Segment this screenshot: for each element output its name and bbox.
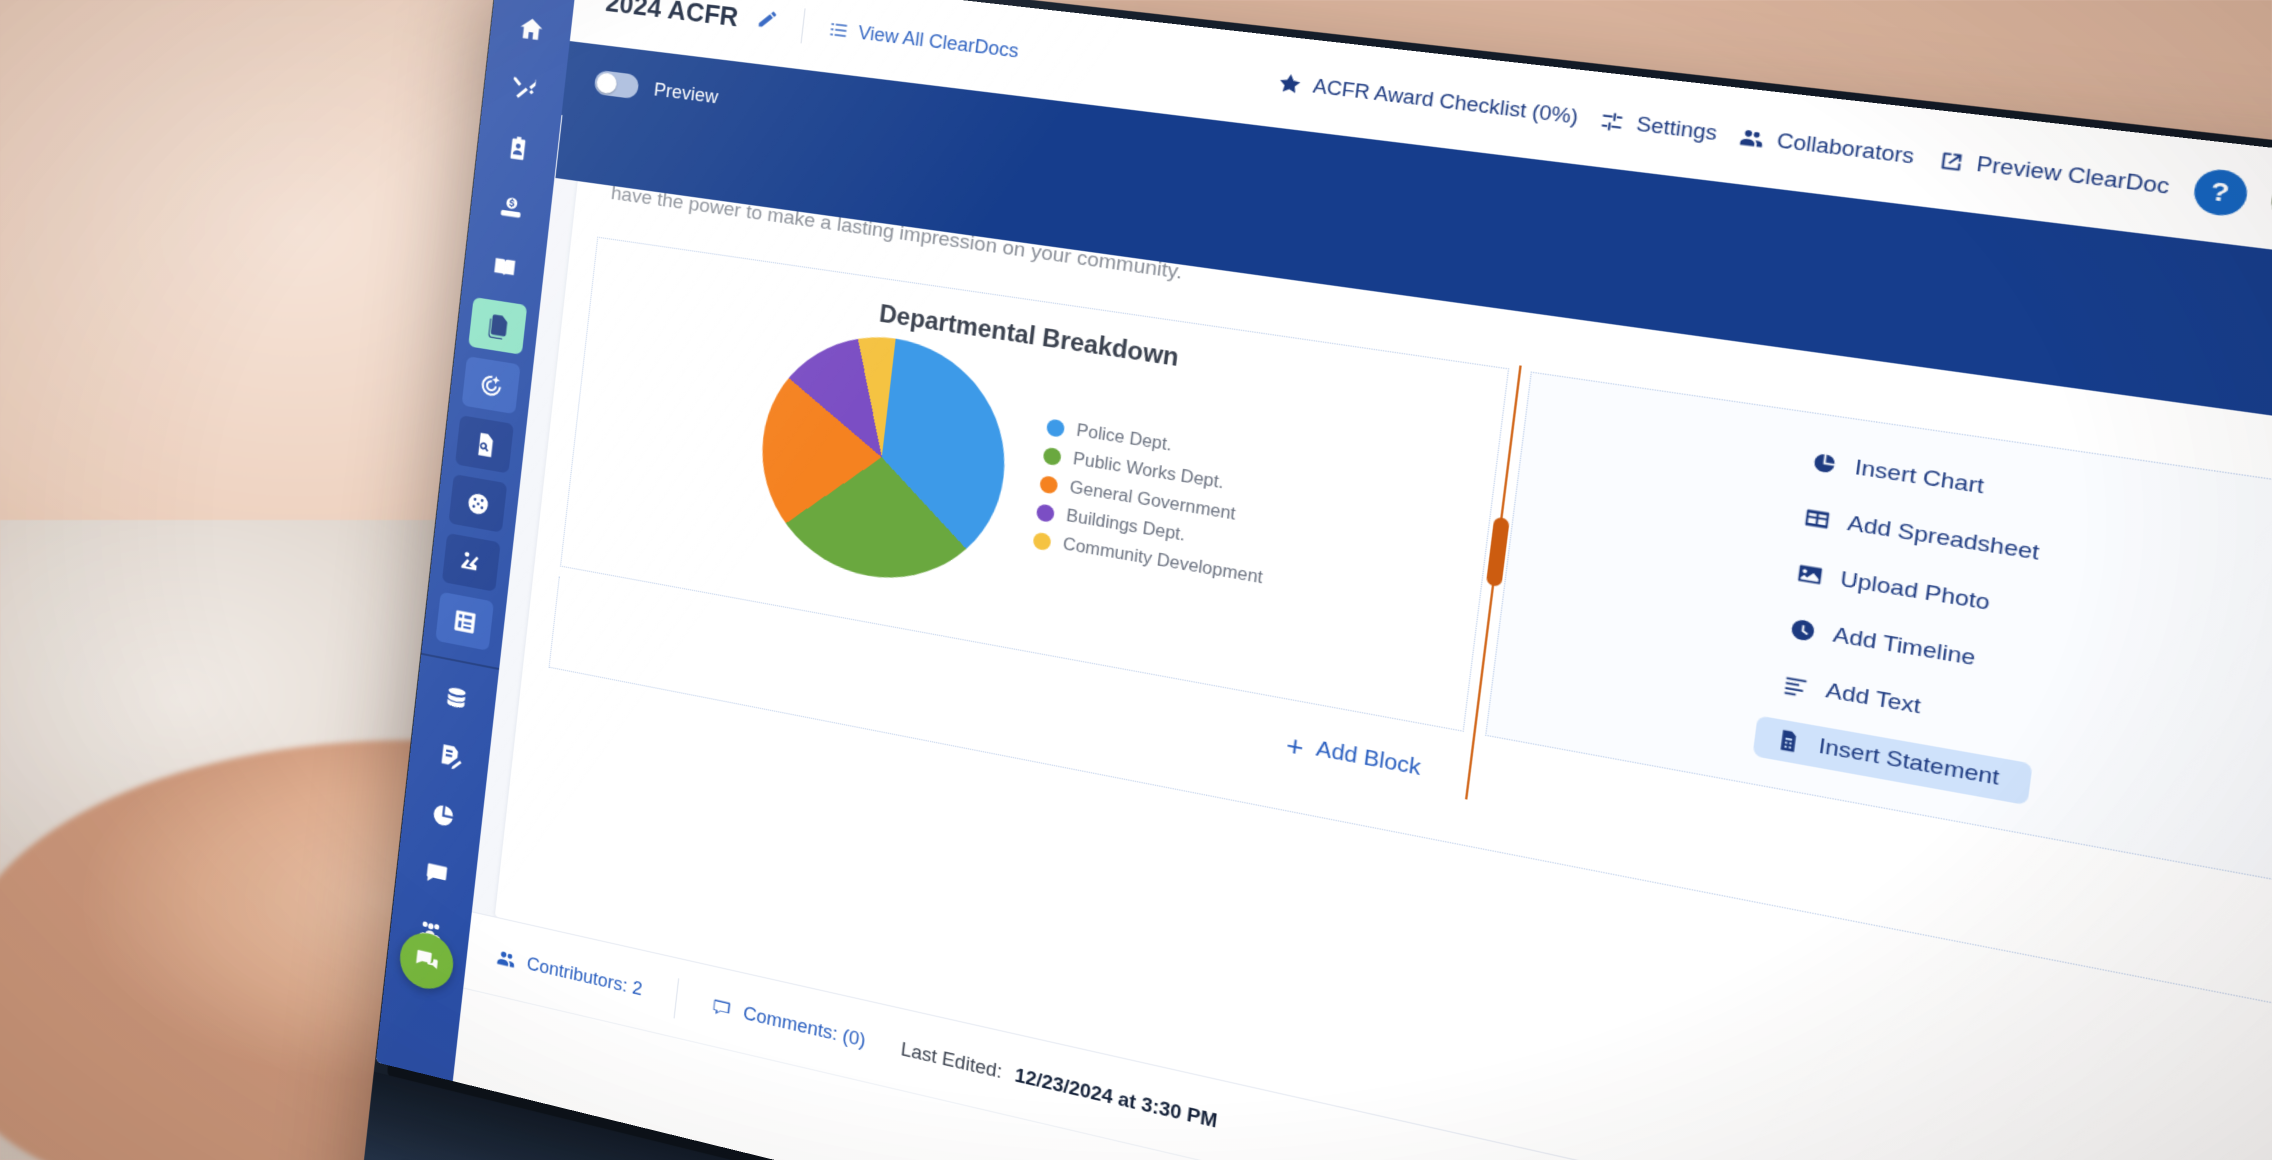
add-block-button[interactable]: + Add Block	[1284, 728, 1423, 783]
acfr-award-checklist-button[interactable]: ACFR Award Checklist (0%)	[1276, 70, 1579, 128]
legend-swatch	[1032, 531, 1053, 552]
insert-menu-label: Upload Photo	[1838, 567, 1992, 616]
sidebar-item-reports[interactable]	[435, 591, 495, 651]
invoice-icon	[440, 743, 463, 771]
pie-chart-icon	[432, 802, 454, 827]
database-icon	[446, 685, 466, 709]
document-search-icon	[477, 432, 494, 457]
sidebar-item-budget[interactable]	[481, 179, 540, 236]
people-icon	[497, 950, 516, 968]
collaborators-button[interactable]: Collaborators	[1738, 124, 1916, 169]
insert-menu-label: Add Text	[1824, 678, 1923, 719]
chat-bubble-icon	[425, 862, 447, 885]
preview-toggle[interactable]	[593, 69, 640, 100]
legend-swatch	[1042, 446, 1063, 467]
clock-icon	[1790, 618, 1816, 643]
insert-menu-label: Add Spreadsheet	[1846, 511, 2041, 566]
id-badge-icon	[509, 135, 526, 160]
tools-icon	[511, 76, 536, 100]
sidebar-item-cleardocs[interactable]	[468, 297, 528, 355]
acfr-award-label: ACFR Award Checklist (0%)	[1311, 74, 1580, 128]
avatar[interactable]	[2267, 172, 2272, 233]
sidebar-item-book[interactable]	[475, 238, 534, 296]
report-icon	[453, 609, 476, 633]
last-edited-label: Last Edited:	[899, 1038, 1004, 1083]
preview-label: Preview	[652, 78, 720, 108]
settings-label: Settings	[1635, 112, 1719, 145]
text-lines-icon	[1784, 677, 1807, 698]
comments-label: Comments: (0)	[742, 1002, 867, 1051]
sidebar-item-messages[interactable]	[407, 843, 465, 903]
page-title: 2024 ACFR	[604, 0, 740, 33]
star-icon	[1278, 72, 1301, 93]
settings-button[interactable]: Settings	[1598, 108, 1718, 145]
add-block-row[interactable]: + Add Block	[1283, 711, 1425, 799]
sliders-icon	[1601, 111, 1624, 132]
legend-label: Police Dept.	[1075, 421, 1173, 455]
sidebar-item-dashboard[interactable]	[448, 474, 508, 533]
comment-icon	[712, 999, 731, 1018]
insert-menu-label: Insert Chart	[1853, 455, 1986, 500]
help-button[interactable]: ?	[2190, 166, 2250, 219]
comments-item[interactable]: Comments: (0)	[710, 995, 902, 1060]
main-content: 2024 ACFR View All ClearDocs ACFR Award …	[452, 0, 2272, 1160]
pie-chart-icon	[1813, 453, 1836, 475]
topbar-divider	[800, 8, 806, 44]
view-all-cleardocs-link[interactable]: View All ClearDocs	[827, 18, 1020, 62]
table-icon	[1805, 509, 1830, 530]
sidebar-item-charts[interactable]	[414, 785, 472, 845]
collaborators-label: Collaborators	[1775, 128, 1916, 168]
sidebar-item-home[interactable]	[501, 0, 561, 56]
target-icon	[480, 373, 502, 397]
edit-title-button[interactable]	[755, 7, 779, 36]
contributors-label: Contributors: 2	[525, 953, 644, 1000]
sidebar-item-goals[interactable]	[461, 356, 521, 415]
documents-icon	[488, 314, 507, 339]
add-block-label: Add Block	[1314, 737, 1423, 781]
people-icon	[1740, 128, 1765, 147]
sidebar-divider	[421, 652, 500, 671]
pie-chart	[750, 320, 1019, 598]
contributors-item[interactable]: Contributors: 2	[495, 946, 677, 1008]
open-book-icon	[494, 257, 514, 275]
insert-menu[interactable]: Insert Chart Add Spreadsheet Upload Photo A…	[1749, 411, 2074, 833]
pencil-icon	[758, 10, 777, 29]
home-icon	[519, 16, 543, 40]
legend-swatch	[1039, 474, 1059, 495]
topbar-spacer	[1038, 54, 1257, 80]
sidebar-item-invoices[interactable]	[420, 726, 478, 786]
view-all-label: View All ClearDocs	[857, 21, 1020, 62]
sidebar-item-projects[interactable]	[441, 532, 501, 592]
sidebar-item-audit[interactable]	[454, 415, 514, 474]
list-icon	[830, 23, 847, 37]
money-icon	[500, 195, 522, 218]
preview-cleardoc-button[interactable]: Preview ClearDoc	[1936, 147, 2171, 199]
preview-cleardoc-label: Preview ClearDoc	[1975, 151, 2172, 198]
construction-icon	[460, 550, 479, 571]
sidebar-item-data[interactable]	[427, 668, 486, 728]
plus-icon: +	[1284, 728, 1306, 764]
insert-menu-label: Add Timeline	[1831, 623, 1977, 671]
app-window: 2024 ACFR View All ClearDocs ACFR Award …	[375, 0, 2272, 1160]
image-icon	[1798, 565, 1823, 585]
legend-swatch	[1046, 418, 1066, 438]
statement-document-icon	[1780, 730, 1797, 753]
chart-legend: Police Dept. Public Works Dept. General Go…	[1032, 417, 1278, 588]
laptop-screen: 2024 ACFR View All ClearDocs ACFR Award …	[375, 0, 2272, 1160]
external-link-icon	[1940, 151, 1962, 171]
sidebar-item-tools[interactable]	[495, 60, 555, 117]
insert-menu-label: Insert Statement	[1817, 734, 2001, 791]
pie-chart-graphic	[750, 320, 1019, 598]
legend-swatch	[1036, 503, 1056, 523]
sidebar-item-badge[interactable]	[488, 119, 547, 176]
chat-bubbles-icon	[415, 949, 439, 970]
toggle-knob	[595, 71, 618, 95]
gauge-icon	[466, 491, 489, 515]
